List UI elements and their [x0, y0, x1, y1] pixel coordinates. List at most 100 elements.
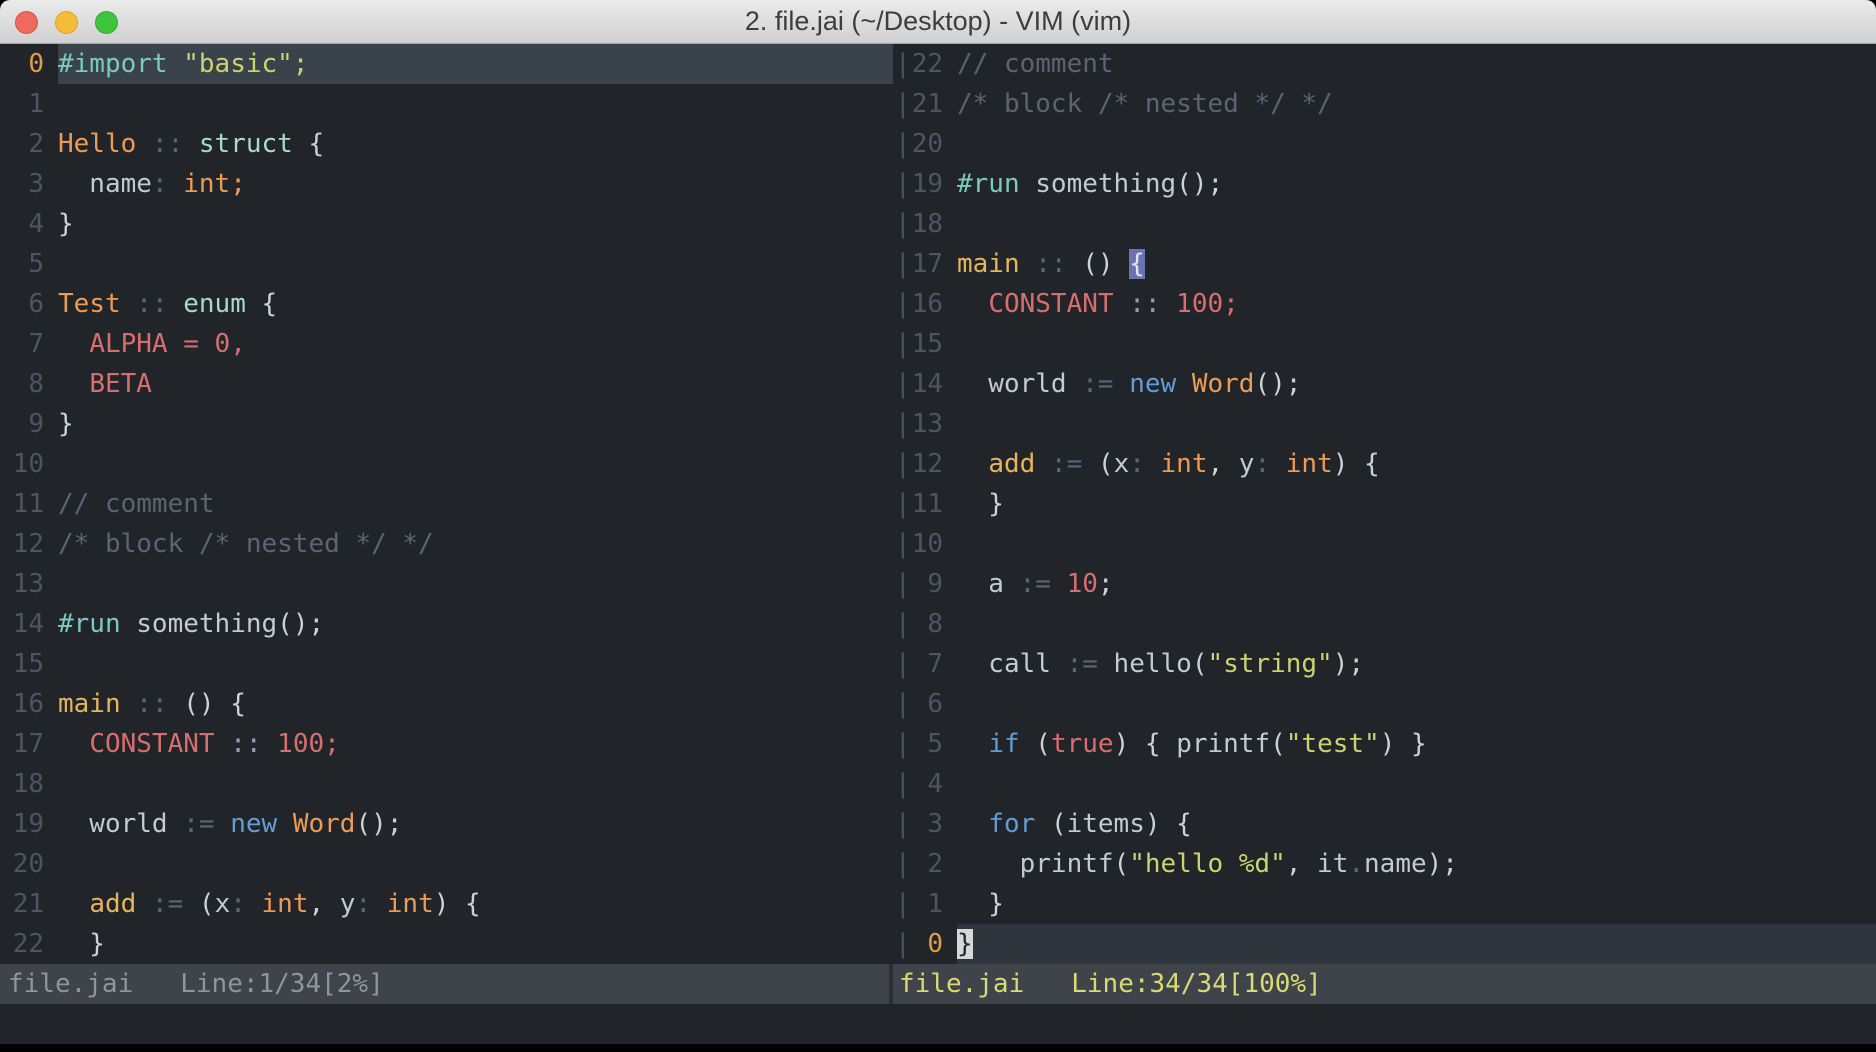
line-number: 13	[911, 404, 943, 444]
code-line[interactable]: |13	[893, 404, 1876, 444]
code-line[interactable]: 5	[0, 244, 893, 284]
code-line[interactable]: |14 world := new Word();	[893, 364, 1876, 404]
code-text: Test :: enum {	[58, 284, 893, 324]
line-number: 11	[911, 484, 943, 524]
vertical-split-separator: |	[895, 844, 911, 884]
code-text: add := (x: int, y: int) {	[957, 444, 1876, 484]
code-line[interactable]: 6 Test :: enum {	[0, 284, 893, 324]
vim-statusline: file.jai Line:1/34[2%] file.jai Line:34/…	[0, 964, 1876, 1004]
line-number: 6	[12, 284, 44, 324]
vertical-split-separator: |	[895, 284, 911, 324]
code-line[interactable]: 13	[0, 564, 893, 604]
right-editor-pane[interactable]: |22// comment|21/* block /* nested */ */…	[893, 44, 1876, 964]
code-text: world := new Word();	[58, 804, 893, 844]
code-line[interactable]: 19 world := new Word();	[0, 804, 893, 844]
line-number: 21	[911, 84, 943, 124]
code-text	[58, 764, 893, 804]
zoom-button-icon[interactable]	[95, 11, 118, 34]
code-line[interactable]: 3 name: int;	[0, 164, 893, 204]
code-line[interactable]: 14#run something();	[0, 604, 893, 644]
code-line[interactable]: |3 for (items) {	[893, 804, 1876, 844]
code-line[interactable]: 15	[0, 644, 893, 684]
code-line[interactable]: 22 }	[0, 924, 893, 964]
code-text: CONSTANT :: 100;	[957, 284, 1876, 324]
code-text	[58, 844, 893, 884]
code-line[interactable]: |16 CONSTANT :: 100;	[893, 284, 1876, 324]
code-text: CONSTANT :: 100;	[58, 724, 893, 764]
vertical-split-separator: |	[895, 524, 911, 564]
code-line[interactable]: |1 }	[893, 884, 1876, 924]
code-line[interactable]: |18	[893, 204, 1876, 244]
line-number: 7	[911, 644, 943, 684]
code-line[interactable]: |4	[893, 764, 1876, 804]
code-line[interactable]: |15	[893, 324, 1876, 364]
code-text: // comment	[58, 484, 893, 524]
code-line[interactable]: |11 }	[893, 484, 1876, 524]
code-line[interactable]: |5 if (true) { printf("test") }	[893, 724, 1876, 764]
left-editor-pane[interactable]: 0#import "basic";12Hello :: struct {3 na…	[0, 44, 893, 964]
vertical-split-separator: |	[895, 164, 911, 204]
code-line[interactable]: |10	[893, 524, 1876, 564]
code-line[interactable]: 10	[0, 444, 893, 484]
code-text: }	[957, 884, 1876, 924]
line-number: 0	[12, 44, 44, 84]
code-text	[957, 684, 1876, 724]
line-number: 5	[12, 244, 44, 284]
code-text: world := new Word();	[957, 364, 1876, 404]
line-number: 12	[12, 524, 44, 564]
code-text: }	[58, 204, 893, 244]
code-line[interactable]: 9}	[0, 404, 893, 444]
code-text: /* block /* nested */ */	[58, 524, 893, 564]
code-line[interactable]: |21/* block /* nested */ */	[893, 84, 1876, 124]
code-text: #run something();	[957, 164, 1876, 204]
code-line[interactable]: |7 call := hello("string");	[893, 644, 1876, 684]
code-line-cursor[interactable]: 0#import "basic";	[0, 44, 893, 84]
code-line[interactable]: 16 main :: () {	[0, 684, 893, 724]
vertical-split-separator: |	[895, 124, 911, 164]
code-text: }	[957, 484, 1876, 524]
code-line[interactable]: |12 add := (x: int, y: int) {	[893, 444, 1876, 484]
code-line[interactable]: |20	[893, 124, 1876, 164]
code-line[interactable]: 12 /* block /* nested */ */	[0, 524, 893, 564]
vertical-split-separator: |	[895, 564, 911, 604]
code-line[interactable]: |8	[893, 604, 1876, 644]
vertical-split-separator: |	[895, 244, 911, 284]
code-line[interactable]: 4}	[0, 204, 893, 244]
vertical-split-separator: |	[895, 604, 911, 644]
code-line[interactable]: |2 printf("hello %d", it.name);	[893, 844, 1876, 884]
code-line[interactable]: |22// comment	[893, 44, 1876, 84]
code-line[interactable]: 7 ALPHA = 0,	[0, 324, 893, 364]
vertical-split-separator: |	[895, 644, 911, 684]
line-number: 3	[12, 164, 44, 204]
close-button-icon[interactable]	[15, 11, 38, 34]
code-text: add := (x: int, y: int) {	[58, 884, 893, 924]
code-line[interactable]: 8 BETA	[0, 364, 893, 404]
code-line[interactable]: 20	[0, 844, 893, 884]
line-number: 6	[911, 684, 943, 724]
code-line[interactable]: |17main :: () {	[893, 244, 1876, 284]
code-line[interactable]: 18	[0, 764, 893, 804]
code-line[interactable]: 2Hello :: struct {	[0, 124, 893, 164]
code-line[interactable]: |6	[893, 684, 1876, 724]
minimize-button-icon[interactable]	[55, 11, 78, 34]
code-line[interactable]: 1	[0, 84, 893, 124]
vertical-split-separator: |	[895, 684, 911, 724]
window-titlebar[interactable]: 2. file.jai (~/Desktop) - VIM (vim)	[0, 0, 1876, 44]
line-number: 16	[12, 684, 44, 724]
code-text: main :: () {	[58, 684, 893, 724]
code-line[interactable]: |9 a := 10;	[893, 564, 1876, 604]
window-title: 2. file.jai (~/Desktop) - VIM (vim)	[745, 6, 1131, 37]
code-line[interactable]: 11// comment	[0, 484, 893, 524]
code-text	[58, 444, 893, 484]
line-number: 0	[911, 924, 943, 964]
code-line[interactable]: 17 CONSTANT :: 100;	[0, 724, 893, 764]
code-line[interactable]: |19#run something();	[893, 164, 1876, 204]
vertical-split-separator: |	[895, 884, 911, 924]
vertical-split-separator: |	[895, 804, 911, 844]
line-number: 17	[911, 244, 943, 284]
line-number: 4	[12, 204, 44, 244]
code-line-cursor[interactable]: |0}	[893, 924, 1876, 964]
code-text: call := hello("string");	[957, 644, 1876, 684]
code-line[interactable]: 21 add := (x: int, y: int) {	[0, 884, 893, 924]
line-number: 9	[911, 564, 943, 604]
